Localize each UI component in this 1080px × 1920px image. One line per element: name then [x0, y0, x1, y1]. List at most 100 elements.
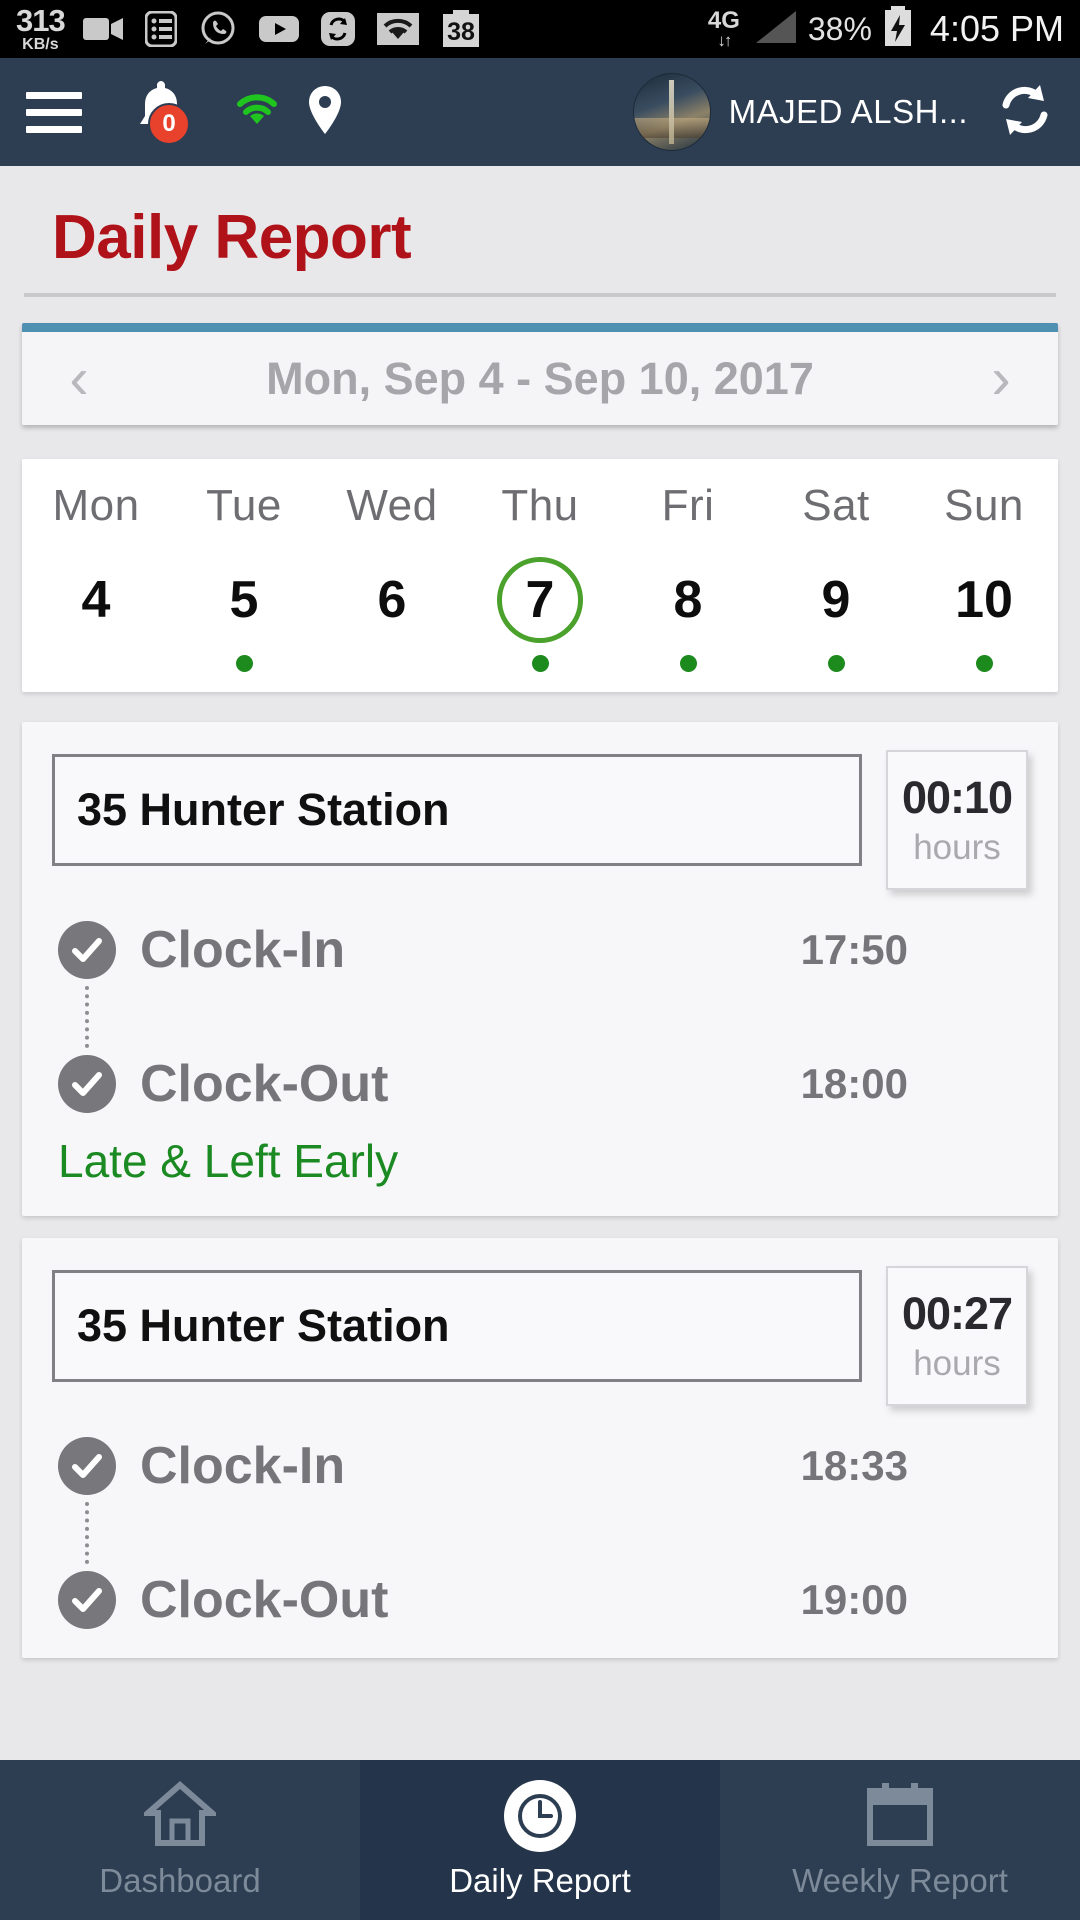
- list-icon: [144, 11, 177, 47]
- network-type-label: 4G: [707, 7, 740, 34]
- punch-connector-line: [85, 1502, 89, 1564]
- clock-in-time: 17:50: [800, 926, 908, 973]
- hours-badge: 00:27 hours: [886, 1266, 1028, 1406]
- clock-icon: [504, 1780, 576, 1852]
- signal-bars-icon: [750, 7, 798, 52]
- day-cell-thu[interactable]: Thu 7: [466, 481, 614, 672]
- day-cell-sun[interactable]: Sun 10: [910, 481, 1058, 672]
- network-speed-unit: KB/s: [22, 36, 59, 53]
- next-week-button[interactable]: ›: [966, 349, 1036, 408]
- wifi-icon: [376, 13, 419, 45]
- day-of-week-label: Sun: [944, 481, 1024, 530]
- clock-out-row: Clock-Out 18:00: [58, 1054, 1028, 1114]
- day-number-circle: 10: [941, 557, 1027, 643]
- refresh-icon[interactable]: [996, 81, 1054, 144]
- network-speed-value: 313: [16, 3, 66, 38]
- clock-in-time: 18:33: [800, 1442, 908, 1489]
- report-card[interactable]: 35 Hunter Station 00:10 hours Clock-In 17:50…: [22, 722, 1058, 1216]
- day-number-circle: 8: [645, 557, 731, 643]
- report-card[interactable]: 35 Hunter Station 00:27 hours Clock-In 18:33…: [22, 1238, 1058, 1658]
- check-circle-icon: [58, 1437, 116, 1495]
- week-nav-container: ‹ Mon, Sep 4 - Sep 10, 2017 ›: [0, 297, 1080, 425]
- bottom-navigation: Dashboard Daily Report Weekly Report: [0, 1760, 1080, 1920]
- network-type-indicator: 4G ↓↑: [707, 7, 740, 50]
- clock-out-row: Clock-Out 19:00: [58, 1570, 1028, 1630]
- day-number-label: 9: [821, 571, 851, 629]
- day-activity-dot: [88, 655, 105, 672]
- day-cell-wed[interactable]: Wed 6: [318, 481, 466, 672]
- bottom-nav-label: Weekly Report: [792, 1861, 1008, 1899]
- bottom-nav-item-daily-report[interactable]: Daily Report: [360, 1760, 720, 1920]
- day-activity-dot: [827, 655, 845, 672]
- day-strip: Mon 4 Tue 5 Wed 6 Thu 7 Fri 8 Sat 9 Sun 10: [22, 459, 1058, 692]
- day-number-label: 7: [525, 571, 555, 629]
- status-bar: 313 KB/s 38 4G ↓↑ 38% 4:05 PM: [0, 0, 1080, 58]
- punch-connector-line: [85, 986, 89, 1048]
- data-arrows-icon: ↓↑: [717, 31, 732, 50]
- punch-list: Clock-In 17:50 Clock-Out 18:00: [52, 920, 1028, 1114]
- day-activity-dot: [679, 655, 697, 672]
- check-circle-icon: [58, 1571, 116, 1629]
- station-name-field[interactable]: 35 Hunter Station: [52, 1270, 862, 1382]
- day-number-label: 10: [955, 571, 1013, 629]
- day-of-week-label: Wed: [346, 481, 438, 530]
- station-name-field[interactable]: 35 Hunter Station: [52, 754, 862, 866]
- day-of-week-label: Mon: [52, 481, 140, 530]
- day-of-week-label: Sat: [802, 481, 870, 530]
- day-cell-fri[interactable]: Fri 8: [614, 481, 762, 672]
- day-number-circle: 9: [793, 557, 879, 643]
- day-number-label: 6: [377, 571, 407, 629]
- bottom-nav-label: Daily Report: [449, 1862, 631, 1899]
- day-number-circle: 6: [349, 557, 435, 643]
- bottom-nav-label: Dashboard: [99, 1861, 261, 1899]
- week-nav-card: ‹ Mon, Sep 4 - Sep 10, 2017 ›: [22, 323, 1058, 425]
- day-cell-sat[interactable]: Sat 9: [762, 481, 910, 672]
- clock-out-label: Clock-Out: [140, 1571, 389, 1629]
- sync-icon: [320, 11, 355, 47]
- hamburger-icon[interactable]: [26, 91, 82, 133]
- bottom-nav-item-dashboard[interactable]: Dashboard: [0, 1760, 360, 1920]
- svg-text:38: 38: [447, 18, 475, 46]
- user-profile[interactable]: MAJED ALSH...: [632, 73, 1054, 151]
- day-of-week-label: Tue: [206, 481, 282, 530]
- status-note: Late & Left Early: [58, 1135, 399, 1187]
- avatar: [632, 73, 711, 151]
- clock-in-label: Clock-In: [140, 1437, 346, 1495]
- day-number-label: 5: [229, 571, 259, 629]
- prev-week-button[interactable]: ‹: [44, 349, 114, 408]
- day-number-label: 4: [81, 571, 111, 629]
- report-card-header: 35 Hunter Station 00:27 hours: [52, 1266, 1028, 1406]
- hours-value: 00:27: [901, 1288, 1013, 1339]
- day-activity-dot: [235, 655, 253, 672]
- clock-out-time: 19:00: [800, 1576, 908, 1623]
- report-card-list: 35 Hunter Station 00:10 hours Clock-In 17:50…: [0, 692, 1080, 1658]
- clock-out-time: 18:00: [800, 1060, 908, 1107]
- day-activity-dot: [384, 655, 401, 672]
- bottom-nav-item-weekly-report[interactable]: Weekly Report: [720, 1760, 1080, 1920]
- day-cell-mon[interactable]: Mon 4: [22, 481, 170, 672]
- day-number-circle: 7: [497, 557, 583, 643]
- battery-percent-label: 38%: [807, 10, 872, 47]
- network-speed-indicator: 313 KB/s: [16, 3, 66, 53]
- hours-unit-label: hours: [913, 1344, 1001, 1383]
- status-bar-right: 4G ↓↑ 38% 4:05 PM: [707, 5, 1064, 53]
- status-bar-clock: 4:05 PM: [929, 8, 1064, 49]
- camcorder-icon: [82, 14, 123, 44]
- week-range-label: Mon, Sep 4 - Sep 10, 2017: [266, 352, 814, 404]
- location-pin-icon[interactable]: [306, 84, 344, 141]
- app-bar: 0 MAJED ALSH...: [0, 58, 1080, 166]
- report-card-header: 35 Hunter Station 00:10 hours: [52, 750, 1028, 890]
- day-strip-container: Mon 4 Tue 5 Wed 6 Thu 7 Fri 8 Sat 9 Sun 10: [0, 425, 1080, 692]
- day-number-circle: 5: [201, 557, 287, 643]
- clock-out-label: Clock-Out: [140, 1055, 389, 1113]
- counter-38-icon: 38: [441, 10, 481, 48]
- notification-button[interactable]: 0: [132, 77, 190, 148]
- check-circle-icon: [58, 1055, 116, 1113]
- check-circle-icon: [58, 921, 116, 979]
- day-cell-tue[interactable]: Tue 5: [170, 481, 318, 672]
- day-activity-dot: [975, 655, 993, 672]
- wifi-green-icon[interactable]: [234, 91, 280, 134]
- day-of-week-label: Thu: [501, 481, 579, 530]
- clock-in-row: Clock-In 18:33: [58, 1436, 1028, 1496]
- clock-in-row: Clock-In 17:50: [58, 920, 1028, 980]
